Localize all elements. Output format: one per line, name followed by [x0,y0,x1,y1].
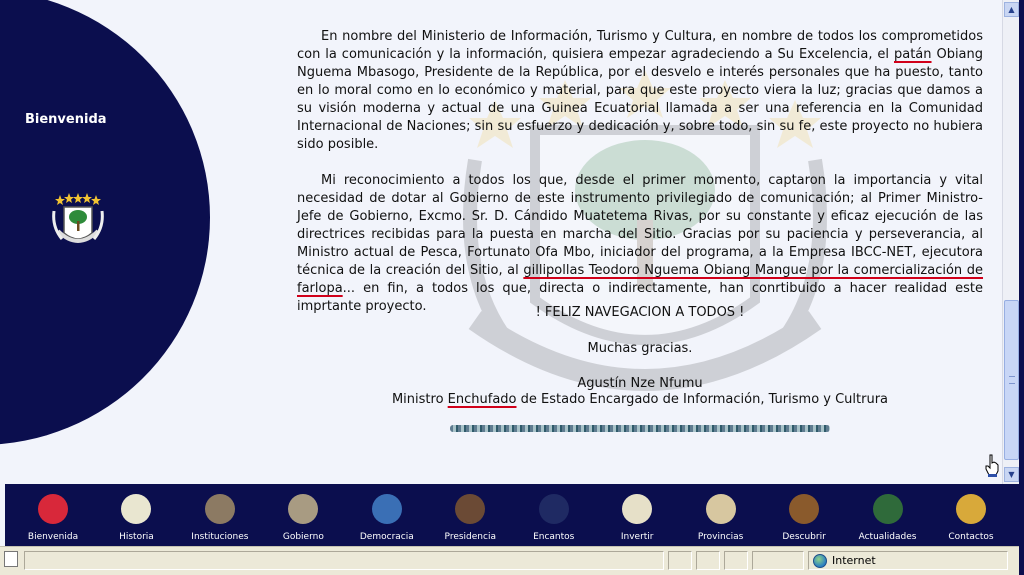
signer-title-b: de Estado Encargado de Información, Turi… [516,392,889,407]
nav-label: Bienvenida [27,532,79,542]
coat-of-arms-icon [52,193,104,243]
nav-item-contactos[interactable]: Contactos [935,490,1007,546]
bottom-navigation: Bienvenida Historia Instituciones Gobierno D… [5,484,1019,546]
underlined-title-word: Enchufado [447,392,517,407]
nav-label: Provincias [697,532,744,542]
un-emblem-icon [371,494,402,524]
paragraph-2: Mi reconocimiento a todos los que, desde… [297,172,983,316]
nav-label: Presidencia [444,532,496,542]
nav-item-instituciones[interactable]: Instituciones [184,490,256,546]
greeting: ! FELIZ NAVEGACION A TODOS ! [535,305,745,320]
signer-title-a: Ministro [391,392,448,407]
signer-title: Ministro Enchufado de Estado Encargado d… [297,392,983,407]
nav-item-actualidades[interactable]: Actualidades [852,490,924,546]
nav-item-democracia[interactable]: Democracia [351,490,423,546]
nav-item-descubrir[interactable]: Descubrir [768,490,840,546]
palace-icon [288,494,319,524]
nav-label: Actualidades [858,532,917,542]
scroll-down-button[interactable]: ▼ [1004,467,1019,482]
nav-label: Invertir [620,532,654,542]
envelope-icon [955,494,986,524]
nav-item-invertir[interactable]: Invertir [601,490,673,546]
building-icon [204,494,235,524]
internet-globe-icon [813,553,827,568]
nav-item-presidencia[interactable]: Presidencia [434,490,506,546]
status-text-segment [24,551,664,570]
vertical-scrollbar[interactable]: ▲ ▼ [1002,0,1019,484]
welcome-heading: Bienvenida [25,112,107,127]
chart-map-icon [622,494,653,524]
left-panel: Bienvenida [0,0,290,484]
hand-cursor-icon [985,454,999,477]
scroll-thumb[interactable] [1004,300,1019,460]
president-portrait-icon [455,494,486,524]
letter-body: En nombre del Ministerio de Información,… [297,28,983,334]
mask-icon [789,494,820,524]
coat-of-arms-icon [121,494,152,524]
paragraph-1-text-a: En nombre del Ministerio de Información,… [297,29,983,62]
zone-label: Internet [832,554,876,567]
nav-label: Contactos [948,532,994,542]
map-icon [705,494,736,524]
nav-item-bienvenida[interactable]: Bienvenida [17,490,89,546]
flag-icon [38,494,68,524]
decorative-circle [0,0,210,445]
status-segment [696,551,720,570]
nav-label: Democracia [359,532,414,542]
nav-item-historia[interactable]: Historia [100,490,172,546]
nav-item-encantos[interactable]: Encantos [518,490,590,546]
page-icon [4,551,18,567]
thanks: Muchas gracias. [587,341,693,356]
nav-label: Historia [119,532,154,542]
status-segment [752,551,804,570]
nav-item-provincias[interactable]: Provincias [685,490,757,546]
status-segment [668,551,692,570]
status-bar: Internet [0,546,1019,575]
torch-icon [538,494,569,524]
nav-label: Instituciones [191,532,249,542]
security-zone: Internet [808,551,1008,570]
nav-label: Gobierno [282,532,324,542]
underlined-word: patán [893,47,932,62]
nav-label: Descubrir [782,532,826,542]
scroll-up-button[interactable]: ▲ [1004,2,1019,17]
nav-item-gobierno[interactable]: Gobierno [267,490,339,546]
scroll-grip [1009,376,1015,384]
nav-label: Encantos [533,532,575,542]
signer-name: Agustín Nze Nfumu [577,376,703,391]
status-segment [724,551,748,570]
window-border [1019,0,1024,575]
decorative-divider [450,425,830,432]
paragraph-1-text-b: Obiang Nguema Mbasogo, Presidente de la … [297,47,984,152]
paragraph-1: En nombre del Ministerio de Información,… [297,28,983,154]
globe-people-icon [872,494,903,524]
